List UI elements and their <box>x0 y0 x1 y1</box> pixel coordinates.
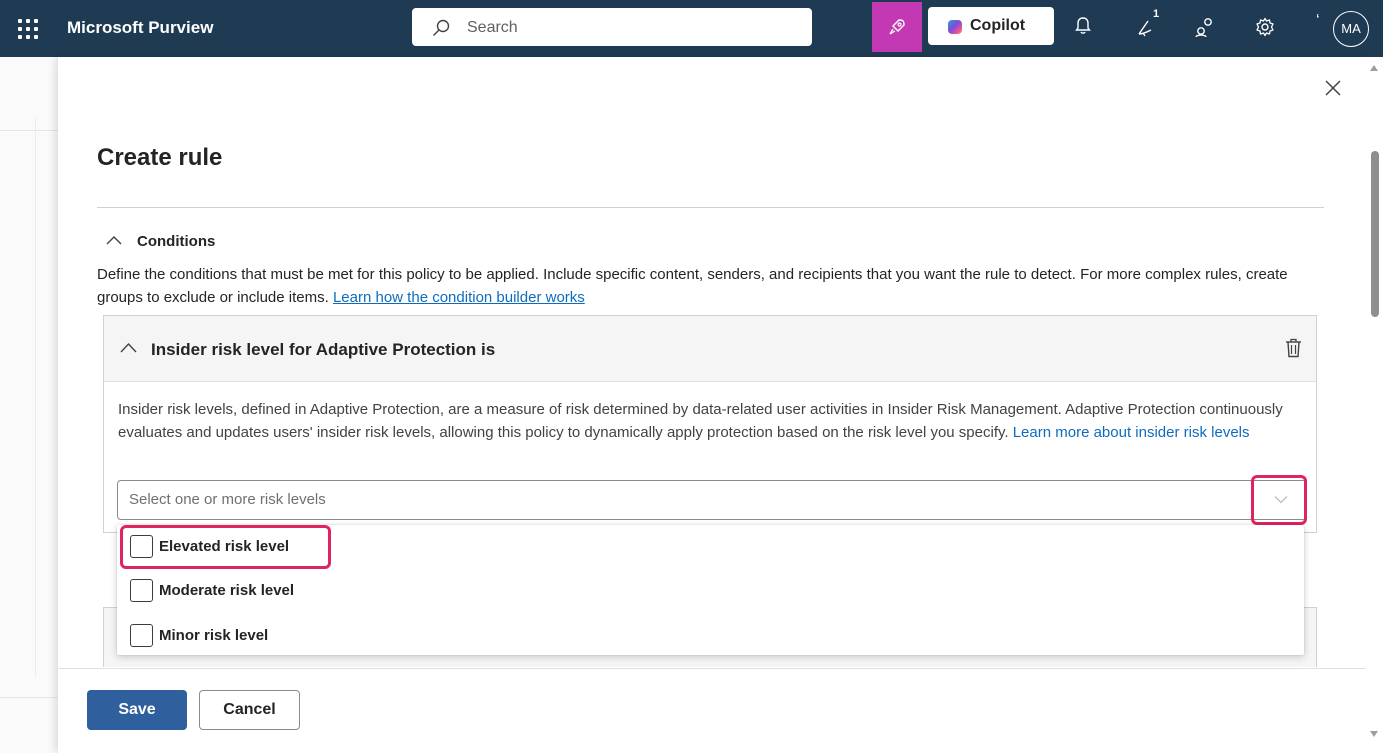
conditions-description: Define the conditions that must be met f… <box>97 263 1329 309</box>
avatar[interactable]: MA <box>1333 11 1369 47</box>
conditions-description-text: Define the conditions that must be met f… <box>97 266 1288 306</box>
app-launcher-icon[interactable] <box>18 19 38 39</box>
option-label: Minor risk level <box>159 627 269 644</box>
notification-count: 1 <box>1153 8 1160 20</box>
minor-checkbox[interactable] <box>130 624 153 647</box>
settings-icon[interactable] <box>1255 17 1275 37</box>
dropdown-highlight[interactable] <box>1251 475 1307 525</box>
cancel-button[interactable]: Cancel <box>199 690 300 730</box>
condition-card-title: Insider risk level for Adaptive Protecti… <box>151 340 496 359</box>
condition-card-description: Insider risk levels, defined in Adaptive… <box>118 398 1308 444</box>
scroll-up-icon[interactable] <box>1370 65 1378 71</box>
community-icon[interactable] <box>1195 16 1215 38</box>
condition-card-header[interactable]: Insider risk level for Adaptive Protecti… <box>104 316 1316 382</box>
top-bar: Microsoft Purview Search Copilot 1 ‘ MA <box>0 0 1383 57</box>
scroll-down-icon[interactable] <box>1370 731 1378 737</box>
risk-level-dropdown[interactable]: Select one or more risk levels <box>117 475 1307 525</box>
copilot-icon <box>948 20 962 34</box>
copilot-label: Copilot <box>970 17 1026 34</box>
close-icon[interactable] <box>1323 78 1343 98</box>
background-page <box>0 57 58 753</box>
app-title[interactable]: Microsoft Purview <box>67 18 213 38</box>
option-elevated[interactable]: Elevated risk level <box>117 525 1304 569</box>
conditions-label: Conditions <box>137 233 216 250</box>
option-minor[interactable]: Minor risk level <box>117 614 1304 658</box>
option-moderate[interactable]: Moderate risk level <box>117 569 1304 613</box>
option-highlight <box>120 525 331 569</box>
scroll-thumb[interactable] <box>1371 151 1379 317</box>
divider <box>97 207 1324 208</box>
bell-icon[interactable] <box>1074 15 1092 35</box>
scrollbar[interactable] <box>1366 57 1383 753</box>
condition-card: Insider risk level for Adaptive Protecti… <box>103 315 1317 533</box>
rocket-icon <box>889 19 905 35</box>
megaphone-icon[interactable] <box>1136 17 1156 37</box>
delete-icon[interactable] <box>1285 338 1302 358</box>
condition-builder-link[interactable]: Learn how the condition builder works <box>333 289 585 306</box>
search-placeholder: Search <box>467 19 518 36</box>
chevron-up-icon <box>120 342 137 353</box>
search-icon <box>433 19 450 36</box>
separator-mark: ‘ <box>1316 12 1320 29</box>
rocket-button[interactable] <box>872 2 922 52</box>
chevron-down-icon <box>1274 496 1288 504</box>
page-title: Create rule <box>97 144 223 171</box>
risk-level-options: Elevated risk level Moderate risk level … <box>117 525 1304 655</box>
copilot-button[interactable]: Copilot <box>928 7 1054 45</box>
insider-risk-link[interactable]: Learn more about insider risk levels <box>1013 424 1250 441</box>
chevron-up-icon <box>106 236 122 245</box>
footer-divider <box>58 668 1366 669</box>
moderate-checkbox[interactable] <box>130 579 153 602</box>
search-box[interactable]: Search <box>412 8 812 46</box>
create-rule-panel: Create rule Conditions Define the condit… <box>58 57 1366 753</box>
save-button[interactable]: Save <box>87 690 187 730</box>
dropdown-placeholder: Select one or more risk levels <box>129 491 326 508</box>
option-label: Moderate risk level <box>159 582 295 599</box>
